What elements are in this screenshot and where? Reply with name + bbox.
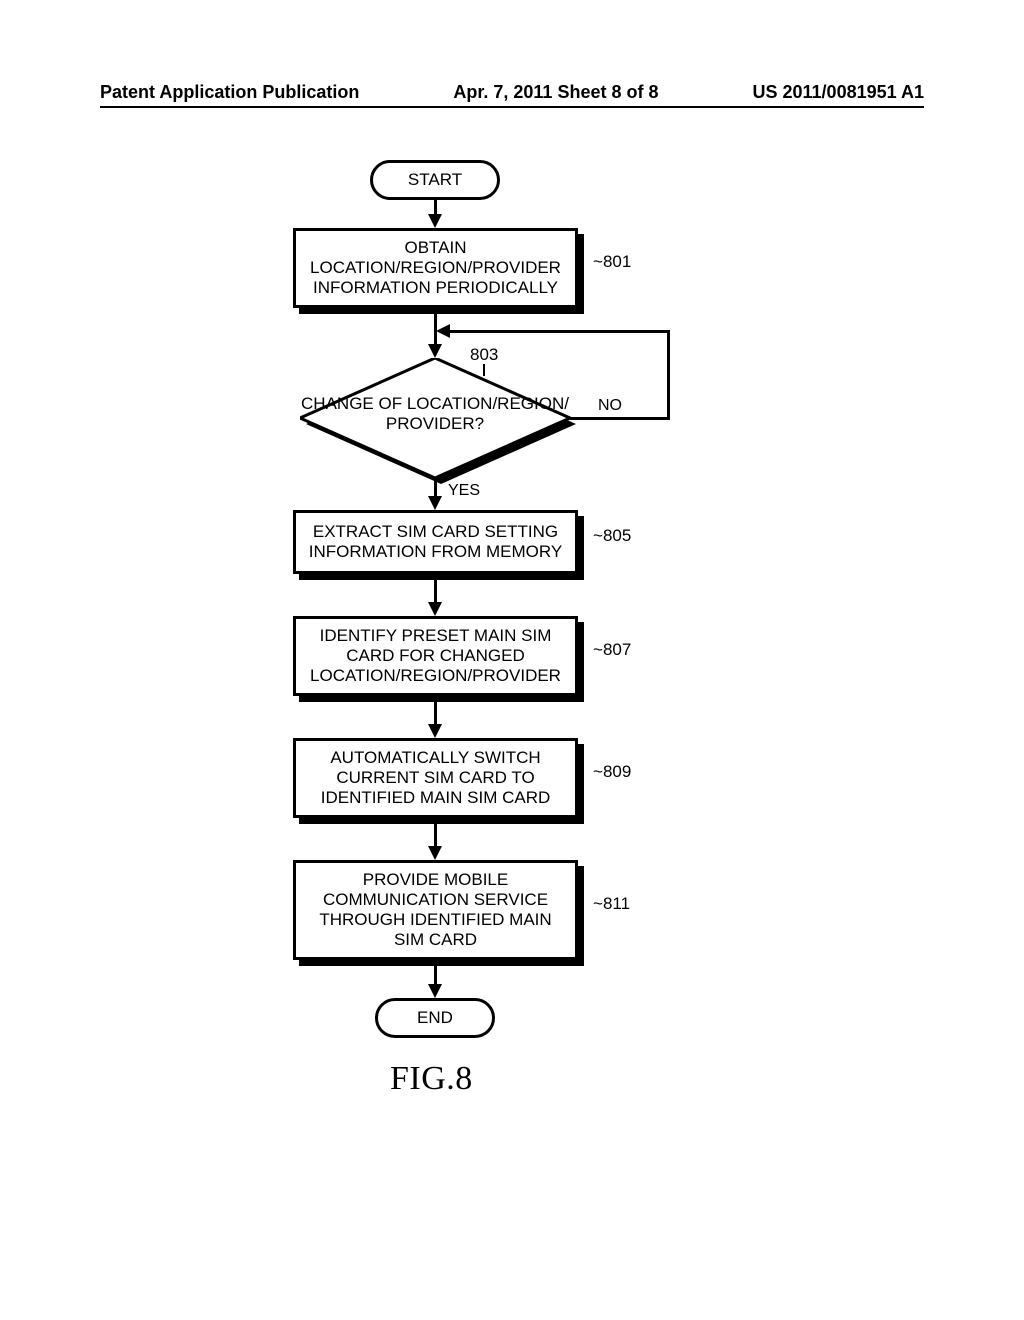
process-801-text: OBTAIN LOCATION/REGION/PROVIDER INFORMAT…	[304, 238, 567, 298]
process-809: AUTOMATICALLY SWITCH CURRENT SIM CARD TO…	[293, 738, 578, 818]
ref-803: 803	[470, 345, 498, 365]
ref-809-num: 809	[603, 762, 631, 781]
ref-811-tilde: ~	[593, 894, 603, 913]
ref-805: ~805	[593, 526, 631, 546]
ref-805-num: 805	[603, 526, 631, 545]
arrowhead-807-809	[428, 724, 442, 738]
ref-803-num: 803	[470, 345, 498, 364]
process-809-text: AUTOMATICALLY SWITCH CURRENT SIM CARD TO…	[304, 748, 567, 808]
ref-803-leader	[483, 364, 485, 376]
header-right: US 2011/0081951 A1	[753, 82, 924, 103]
ref-801-tilde: ~	[593, 252, 603, 271]
ref-807-tilde: ~	[593, 640, 603, 659]
header-left: Patent Application Publication	[100, 82, 359, 103]
arrowhead-811-end	[428, 984, 442, 998]
figure-label: FIG.8	[390, 1060, 473, 1098]
decision-803-text: CHANGE OF LOCATION/REGION/ PROVIDER?	[300, 394, 570, 433]
arrow-811-end	[434, 966, 437, 986]
arrow-809-811	[434, 824, 437, 848]
arrowhead-no-merge	[436, 324, 450, 338]
no-seg-right	[570, 417, 670, 420]
decision-yes-label: YES	[448, 482, 480, 500]
process-805-wrap: EXTRACT SIM CARD SETTING INFORMATION FRO…	[293, 510, 578, 574]
arrow-807-809	[434, 702, 437, 726]
process-805: EXTRACT SIM CARD SETTING INFORMATION FRO…	[293, 510, 578, 574]
process-801-wrap: OBTAIN LOCATION/REGION/PROVIDER INFORMAT…	[293, 228, 578, 308]
ref-807: ~807	[593, 640, 631, 660]
arrow-803-805	[434, 478, 437, 498]
process-811-wrap: PROVIDE MOBILE COMMUNICATION SERVICE THR…	[293, 860, 578, 960]
arrowhead-801-803	[428, 344, 442, 358]
arrowhead-start-801	[428, 214, 442, 228]
ref-801: ~801	[593, 252, 631, 272]
process-807-wrap: IDENTIFY PRESET MAIN SIM CARD FOR CHANGE…	[293, 616, 578, 696]
process-805-text: EXTRACT SIM CARD SETTING INFORMATION FRO…	[304, 522, 567, 562]
arrowhead-809-811	[428, 846, 442, 860]
decision-no-label: NO	[598, 397, 622, 415]
ref-809: ~809	[593, 762, 631, 782]
arrow-805-807	[434, 580, 437, 604]
process-801: OBTAIN LOCATION/REGION/PROVIDER INFORMAT…	[293, 228, 578, 308]
terminator-end-label: END	[417, 1008, 453, 1028]
process-811: PROVIDE MOBILE COMMUNICATION SERVICE THR…	[293, 860, 578, 960]
arrowhead-805-807	[428, 602, 442, 616]
ref-811-num: 811	[603, 894, 630, 913]
ref-801-num: 801	[603, 252, 631, 271]
page-header: Patent Application Publication Apr. 7, 2…	[0, 82, 1024, 103]
header-divider	[100, 106, 924, 108]
ref-805-tilde: ~	[593, 526, 603, 545]
decision-803-text-inner: CHANGE OF LOCATION/REGION/ PROVIDER?	[301, 394, 569, 433]
arrowhead-803-805	[428, 496, 442, 510]
no-seg-up	[667, 330, 670, 420]
header-center: Apr. 7, 2011 Sheet 8 of 8	[453, 82, 658, 103]
terminator-end: END	[375, 998, 495, 1038]
decision-803-wrap: CHANGE OF LOCATION/REGION/ PROVIDER?	[300, 358, 570, 478]
process-809-wrap: AUTOMATICALLY SWITCH CURRENT SIM CARD TO…	[293, 738, 578, 818]
ref-809-tilde: ~	[593, 762, 603, 781]
flowchart-canvas: START OBTAIN LOCATION/REGION/PROVIDER IN…	[0, 150, 1024, 1200]
process-807-text: IDENTIFY PRESET MAIN SIM CARD FOR CHANGE…	[304, 626, 567, 686]
terminator-start-label: START	[408, 170, 462, 190]
process-811-text: PROVIDE MOBILE COMMUNICATION SERVICE THR…	[304, 870, 567, 950]
ref-807-num: 807	[603, 640, 631, 659]
process-807: IDENTIFY PRESET MAIN SIM CARD FOR CHANGE…	[293, 616, 578, 696]
ref-811: ~811	[593, 894, 630, 914]
no-seg-left	[449, 330, 670, 333]
terminator-start: START	[370, 160, 500, 200]
